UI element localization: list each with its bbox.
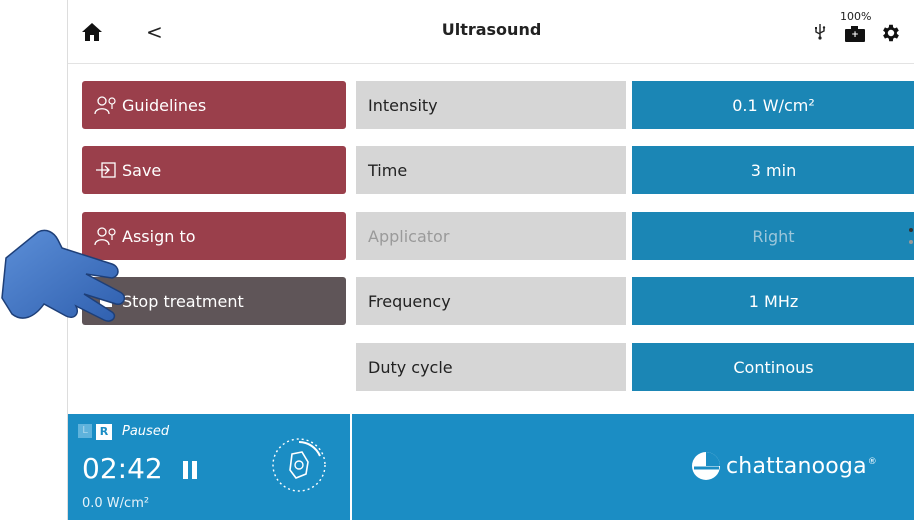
scroll-indicator	[908, 226, 914, 248]
treatment-status: Paused	[122, 424, 170, 439]
guidelines-button[interactable]: Guidelines	[82, 81, 346, 129]
usb-icon	[814, 24, 826, 44]
brand-registered: ®	[867, 457, 877, 467]
param-value-intensity[interactable]: 0.1 W/cm²	[632, 81, 914, 129]
param-value-duty-cycle[interactable]: Continous	[632, 343, 914, 391]
guidelines-label: Guidelines	[122, 95, 207, 115]
right-channel-badge: R	[96, 424, 112, 440]
device-screen: < Ultrasound 100% + Guidelines Save Assi…	[67, 0, 914, 520]
chattanooga-logo-icon	[692, 452, 720, 480]
battery-indicator: 100% +	[840, 10, 874, 50]
param-label-time: Time	[356, 146, 626, 194]
left-channel-badge: L	[78, 424, 92, 438]
applicator-icon	[270, 436, 328, 494]
treatment-timer: 02:42	[82, 452, 163, 485]
save-button[interactable]: Save	[82, 146, 346, 194]
brand-panel: chattanooga ®	[352, 414, 914, 520]
page-title: Ultrasound	[441, 20, 542, 39]
treatment-power: 0.0 W/cm²	[82, 496, 150, 511]
save-icon	[94, 159, 118, 181]
param-label-intensity: Intensity	[356, 81, 626, 129]
param-value-applicator: Right	[632, 212, 914, 260]
battery-percent: 100%	[840, 10, 872, 23]
save-label: Save	[122, 160, 162, 180]
param-label-applicator: Applicator	[356, 212, 626, 260]
battery-icon: +	[845, 26, 865, 42]
header-bar: < Ultrasound 100% +	[68, 0, 914, 64]
brand-logo: chattanooga ®	[690, 450, 877, 482]
param-value-time[interactable]: 3 min	[632, 146, 914, 194]
pointing-hand-icon	[0, 218, 140, 336]
stop-treatment-label: Stop treatment	[122, 291, 244, 311]
treatment-status-panel[interactable]: L R Paused 02:42 0.0 W/cm²	[68, 414, 350, 520]
gear-icon[interactable]	[880, 22, 902, 44]
param-label-frequency: Frequency	[356, 277, 626, 325]
pause-icon[interactable]	[181, 459, 201, 481]
guidelines-icon	[94, 94, 118, 116]
brand-name: chattanooga	[726, 453, 867, 479]
param-value-frequency[interactable]: 1 MHz	[632, 277, 914, 325]
param-label-duty-cycle: Duty cycle	[356, 343, 626, 391]
